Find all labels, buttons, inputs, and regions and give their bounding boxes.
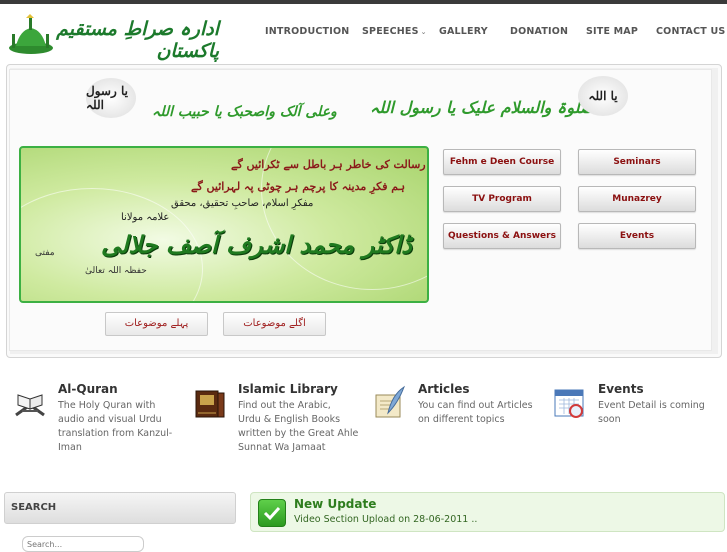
top-strip <box>0 0 727 4</box>
banner-line-2: ہم فکرِ مدینہ کا پرچم ہر چوٹی پہ لہرائیں… <box>191 180 406 193</box>
calligraphy-line: الصلوۃ والسلام علیک یا رسول اللہ <box>370 98 604 117</box>
chevron-down-icon: ⌄ <box>420 28 427 36</box>
desc-line: The Holy Quran with <box>58 400 156 411</box>
desc-line: Event Detail is coming <box>598 400 705 411</box>
search-title: SEARCH <box>11 502 57 513</box>
site-logo[interactable]: ادارہ صراطِ مستقیم پاکستان <box>6 12 220 62</box>
calligraphy-seal-right: یا اللہ <box>578 76 628 116</box>
quran-icon[interactable] <box>12 385 48 421</box>
feature-desc-islamic-library: Find out the Arabic, Urdu & English Book… <box>238 399 358 455</box>
nav-label: SITE MAP <box>586 26 639 37</box>
desc-line: Find out the Arabic, <box>238 400 331 411</box>
banner-line-3: مفکرِ اسلام، صاحبِ تحقیق، محقق <box>171 198 314 209</box>
calligraphy-seal-left: یا رسول اللہ <box>86 78 136 118</box>
quill-icon[interactable] <box>372 385 408 421</box>
feature-title-articles[interactable]: Articles <box>418 382 470 396</box>
scholar-banner: توحید و رسالت کی خاطر ہر باطل سے ٹکرائیں… <box>19 146 429 303</box>
nav-label: SPEECHES <box>362 26 419 37</box>
nav-label: INTRODUCTION <box>265 26 350 37</box>
banner-side-right: حفظہ اللہ تعالیٰ <box>85 266 147 276</box>
nav-label: GALLERY <box>439 26 488 37</box>
check-icon <box>258 499 286 527</box>
desc-line: on different topics <box>418 414 505 425</box>
scholar-name: ڈاکٹر محمد اشرف آصف جلالی <box>101 230 412 259</box>
banner-line-4: علامہ مولانا <box>121 212 170 223</box>
books-icon[interactable] <box>192 385 228 421</box>
desc-line: You can find out Articles <box>418 400 533 411</box>
desc-line: Iman <box>58 442 82 453</box>
logo-text: ادارہ صراطِ مستقیم پاکستان <box>56 18 220 62</box>
update-text[interactable]: Video Section Upload on 28-06-2011 .. <box>294 514 477 525</box>
desc-line: soon <box>598 414 621 425</box>
seminars-button[interactable]: Seminars <box>578 149 696 175</box>
nav-speeches[interactable]: SPEECHES ⌄ <box>362 26 427 40</box>
tv-program-button[interactable]: TV Program <box>443 186 561 212</box>
desc-line: translation from Kanzul- <box>58 428 173 439</box>
feature-title-events[interactable]: Events <box>598 382 644 396</box>
previous-topics-button[interactable]: پہلے موضوعات <box>105 312 208 336</box>
nav-label: CONTACT US <box>656 26 726 37</box>
feature-desc-al-quran: The Holy Quran with audio and visual Urd… <box>58 399 172 455</box>
feature-title-islamic-library[interactable]: Islamic Library <box>238 382 338 396</box>
calligraphy-line-2: وعلی آلک واصحبک یا حبیب اللہ <box>152 104 337 120</box>
desc-line: written by the Great Ahle <box>238 428 359 439</box>
fehm-e-deen-course-button[interactable]: Fehm e Deen Course <box>443 149 561 175</box>
desc-line: Sunnat Wa Jamaat <box>238 442 326 453</box>
next-topics-button[interactable]: اگلے موضوعات <box>223 312 326 336</box>
nav-gallery[interactable]: GALLERY <box>439 26 488 40</box>
desc-line: audio and visual Urdu <box>58 414 162 425</box>
munazrey-button[interactable]: Munazrey <box>578 186 696 212</box>
calendar-icon[interactable] <box>552 385 588 421</box>
nav-label: DONATION <box>510 26 569 37</box>
seal-right-text: یا اللہ <box>588 89 618 103</box>
nav-introduction[interactable]: INTRODUCTION <box>265 26 349 40</box>
nav-donation[interactable]: DONATION <box>510 26 568 40</box>
events-button[interactable]: Events <box>578 223 696 249</box>
desc-line: Urdu & English Books <box>238 414 341 425</box>
questions-answers-button[interactable]: Questions & Answers <box>443 223 561 249</box>
nav-contact-us[interactable]: CONTACT US <box>656 26 725 40</box>
mosque-icon <box>9 14 53 54</box>
feature-title-al-quran[interactable]: Al-Quran <box>58 382 118 396</box>
update-title: New Update <box>294 497 377 511</box>
feature-desc-events: Event Detail is coming soon <box>598 399 705 427</box>
feature-desc-articles: You can find out Articles on different t… <box>418 399 533 427</box>
search-input[interactable] <box>22 536 144 552</box>
nav-site-map[interactable]: SITE MAP <box>586 26 638 40</box>
seal-left-text: یا رسول اللہ <box>86 84 128 112</box>
banner-side-left: مفتی <box>35 248 55 258</box>
banner-line-1: توحید و رسالت کی خاطر ہر باطل سے ٹکرائیں… <box>231 158 427 171</box>
